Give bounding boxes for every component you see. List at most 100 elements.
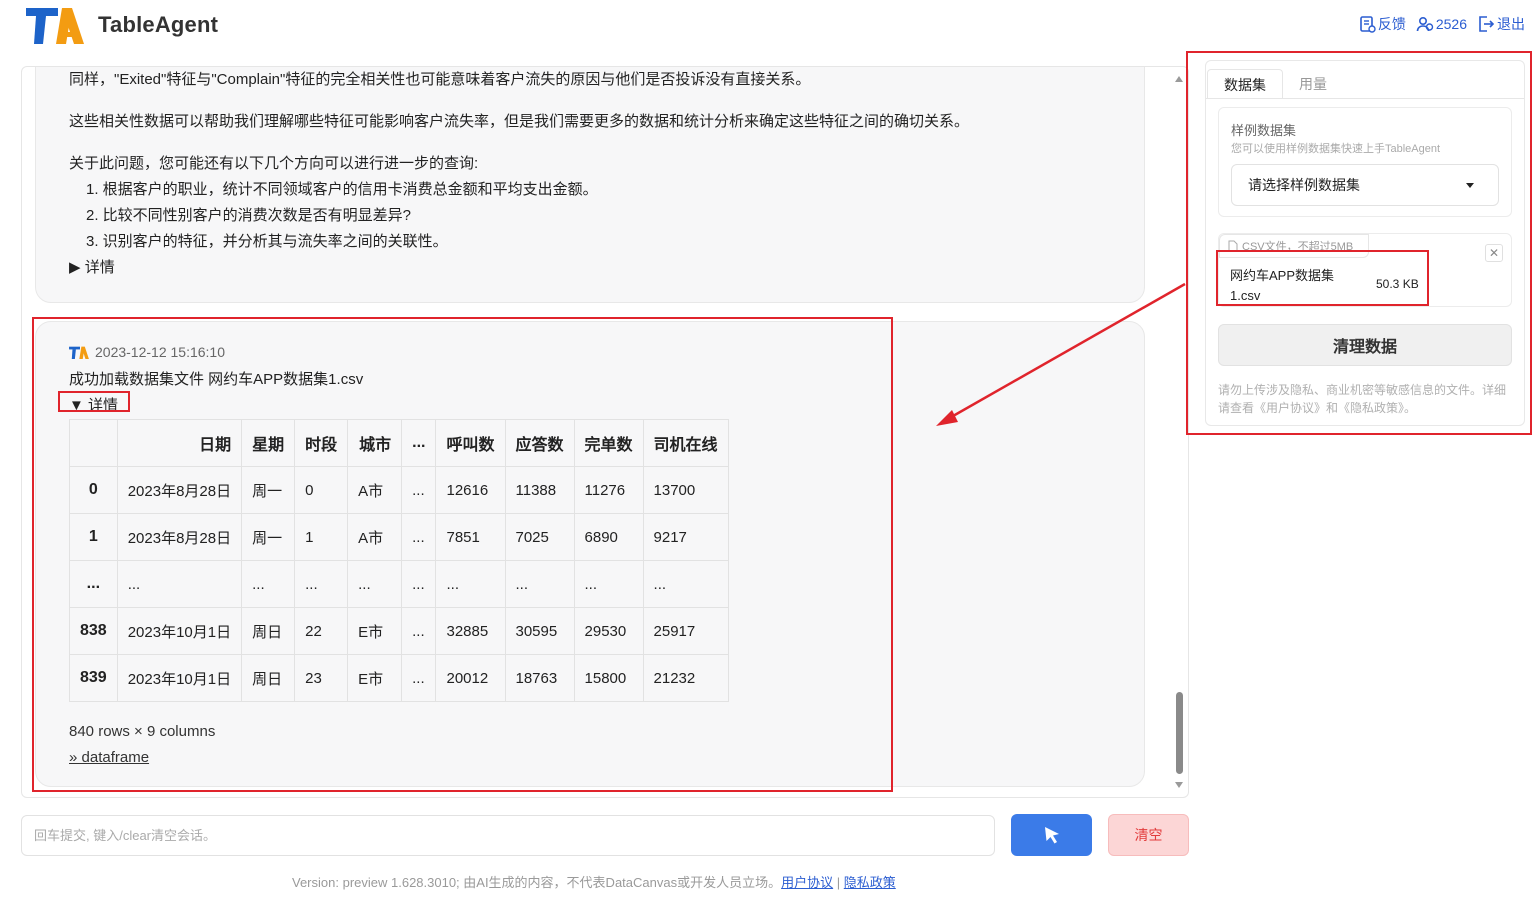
caret-down-icon xyxy=(1466,183,1474,188)
chat-panel: 同样，"Exited"特征与"Complain"特征的完全相关性也可能意味着客户… xyxy=(21,66,1189,798)
clear-chat-button[interactable]: 清空 xyxy=(1108,814,1189,856)
footer-version: Version: preview 1.628.3010; 由AI生成的内容，不代… xyxy=(292,875,782,890)
suggestion-item[interactable]: 2. 比较不同性别客户的消费次数是否有明显差异? xyxy=(86,204,411,225)
file-upload-hint[interactable]: CSV文件，不超过5MB xyxy=(1219,234,1369,258)
chat-scrollbar[interactable] xyxy=(1173,72,1185,792)
tab-divider xyxy=(1206,98,1524,99)
users-icon xyxy=(1416,16,1434,32)
table-cell: 2023年8月28日 xyxy=(116,466,243,514)
logout-icon xyxy=(1479,16,1495,32)
send-button[interactable] xyxy=(1011,814,1092,856)
table-cell: E市 xyxy=(347,654,403,702)
column-header: ... xyxy=(401,419,437,467)
table-cell: 2023年8月28日 xyxy=(116,513,243,561)
table-cell: ... xyxy=(401,607,437,655)
row-index: 1 xyxy=(69,513,118,561)
table-cell: 7851 xyxy=(435,513,506,561)
chat-input[interactable] xyxy=(21,815,995,856)
column-header: 城市 xyxy=(347,419,403,467)
row-index: ... xyxy=(69,560,118,608)
dataframe-link[interactable]: » dataframe xyxy=(69,749,149,766)
message-title: 成功加载数据集文件 网约车APP数据集1.csv xyxy=(69,371,364,388)
table-cell: 11388 xyxy=(504,466,575,514)
footer-separator: | xyxy=(836,875,841,890)
table-cell: ... xyxy=(347,560,403,608)
sample-dataset-select[interactable]: 请选择样例数据集 xyxy=(1231,164,1499,206)
row-index: 839 xyxy=(69,654,118,702)
column-header: 时段 xyxy=(294,419,349,467)
table-cell: ... xyxy=(573,560,644,608)
table-cell: 13700 xyxy=(642,466,729,514)
table-cell: 0 xyxy=(294,466,349,514)
column-header: 日期 xyxy=(116,419,243,467)
dataframe-shape: 840 rows × 9 columns xyxy=(69,723,216,740)
avatar-logo-icon xyxy=(69,346,89,359)
details-toggle[interactable]: ▼ 详情 xyxy=(69,394,118,415)
dataframe-table: 日期 星期 时段 城市 ... 呼叫数 应答数 完单数 司机在线 0 2023年… xyxy=(69,419,729,702)
table-cell: 1 xyxy=(294,513,349,561)
table-cell: 2023年10月1日 xyxy=(116,607,243,655)
message-text: 关于此问题，您可能还有以下几个方向可以进行进一步的查询: xyxy=(69,155,479,172)
details-toggle[interactable]: ▶ 详情 xyxy=(69,256,115,277)
table-cell: ... xyxy=(401,466,437,514)
table-cell: 22 xyxy=(294,607,349,655)
table-cell: 7025 xyxy=(504,513,575,561)
user-count-label: 2526 xyxy=(1435,16,1467,32)
table-cell: 18763 xyxy=(504,654,575,702)
user-agreement-link[interactable]: 用户协议 xyxy=(781,875,833,890)
app-logo: TableAgent xyxy=(26,6,218,44)
privacy-policy-link[interactable]: 隐私政策 xyxy=(844,875,896,890)
table-cell: 11276 xyxy=(573,466,644,514)
feedback-button[interactable]: 反馈 xyxy=(1358,14,1406,34)
table-cell: 周一 xyxy=(241,466,296,514)
select-placeholder: 请选择样例数据集 xyxy=(1248,177,1360,193)
table-row: 0 2023年8月28日 周一 0 A市 ... 12616 11388 112… xyxy=(69,466,729,514)
table-cell: 2023年10月1日 xyxy=(116,654,243,702)
column-header: 应答数 xyxy=(504,419,575,467)
uploaded-file-name: 网约车APP数据集1.csv xyxy=(1230,268,1335,303)
table-cell: ... xyxy=(642,560,729,608)
table-cell: 周一 xyxy=(241,513,296,561)
table-row: ... ... ... ... ... ... ... ... ... ... xyxy=(69,560,729,608)
table-cell: 12616 xyxy=(435,466,506,514)
suggestion-item[interactable]: 3. 识别客户的特征，并分析其与流失率之间的关联性。 xyxy=(86,230,448,251)
logo-text: TableAgent xyxy=(98,12,219,37)
tab-usage[interactable]: 用量 xyxy=(1283,69,1343,99)
table-cell: 9217 xyxy=(642,513,729,561)
table-cell: ... xyxy=(401,513,437,561)
table-cell: 6890 xyxy=(573,513,644,561)
scroll-up-icon[interactable] xyxy=(1175,76,1183,82)
column-header: 呼叫数 xyxy=(435,419,506,467)
table-header-row: 日期 星期 时段 城市 ... 呼叫数 应答数 完单数 司机在线 xyxy=(69,419,729,467)
table-cell: ... xyxy=(401,560,437,608)
table-cell: 23 xyxy=(294,654,349,702)
table-cell: ... xyxy=(116,560,243,608)
table-cell: ... xyxy=(294,560,349,608)
message-text: 这些相关性数据可以帮助我们理解哪些特征可能影响客户流失率，但是我们需要更多的数据… xyxy=(69,113,970,130)
scroll-thumb[interactable] xyxy=(1176,692,1183,774)
table-cell: 25917 xyxy=(642,607,729,655)
scroll-down-icon[interactable] xyxy=(1175,782,1183,788)
table-cell: ... xyxy=(241,560,296,608)
tab-dataset[interactable]: 数据集 xyxy=(1207,69,1283,99)
table-cell: E市 xyxy=(347,607,403,655)
uploaded-file-card: CSV文件，不超过5MB ✕ 网约车APP数据集1.csv 50.3 KB xyxy=(1218,233,1512,307)
cursor-send-icon xyxy=(1044,827,1059,844)
remove-file-button[interactable]: ✕ xyxy=(1485,244,1503,262)
user-count[interactable]: 2526 xyxy=(1416,15,1467,33)
table-row: 839 2023年10月1日 周日 23 E市 ... 20012 18763 … xyxy=(69,654,729,702)
table-cell: 29530 xyxy=(573,607,644,655)
suggestion-item[interactable]: 1. 根据客户的职业，统计不同领域客户的信用卡消费总金额和平均支出金额。 xyxy=(86,178,598,199)
table-cell: 30595 xyxy=(504,607,575,655)
message-text: 同样，"Exited"特征与"Complain"特征的完全相关性也可能意味着客户… xyxy=(69,71,811,88)
table-cell: 21232 xyxy=(642,654,729,702)
footer: Version: preview 1.628.3010; 由AI生成的内容，不代… xyxy=(292,872,896,891)
column-header: 完单数 xyxy=(573,419,644,467)
message-meta: 2023-12-12 15:16:10 xyxy=(69,344,225,360)
logout-button[interactable]: 退出 xyxy=(1477,14,1525,34)
message-timestamp: 2023-12-12 15:16:10 xyxy=(95,344,225,360)
sample-dataset-title: 样例数据集 xyxy=(1231,123,1297,138)
clear-data-button[interactable]: 清理数据 xyxy=(1218,324,1512,366)
feedback-label: 反馈 xyxy=(1377,16,1406,32)
table-row: 1 2023年8月28日 周一 1 A市 ... 7851 7025 6890 … xyxy=(69,513,729,561)
